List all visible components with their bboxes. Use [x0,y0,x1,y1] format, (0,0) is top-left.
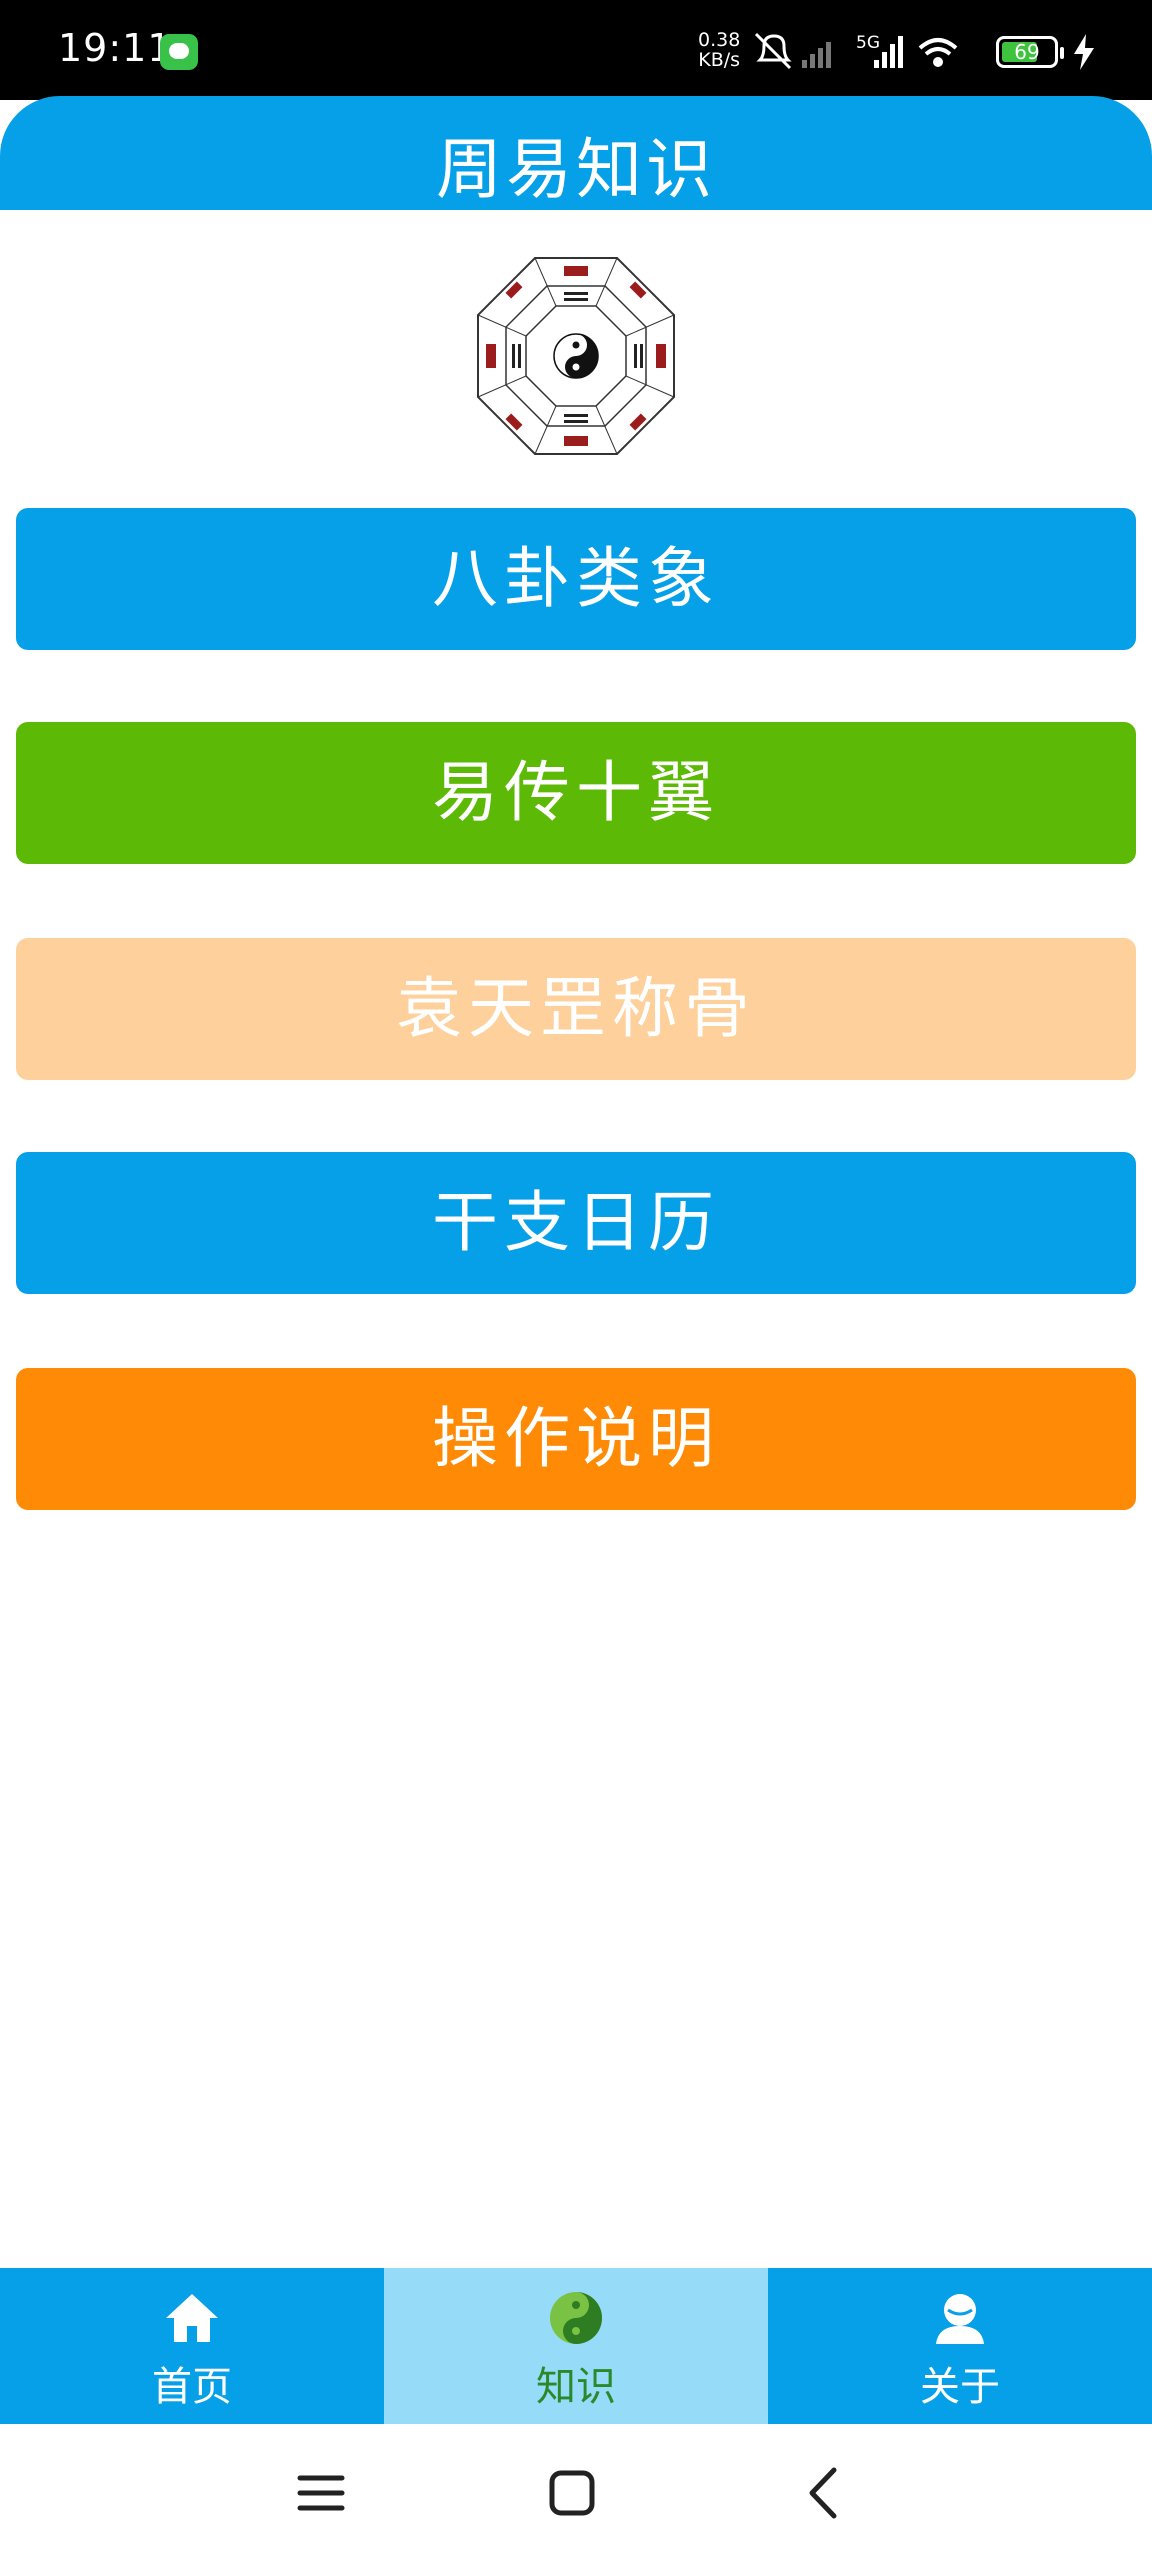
menu-button-yizhuan[interactable]: 易传十翼 [16,722,1136,864]
signal-weak-icon [802,42,831,68]
back-icon[interactable] [790,2458,860,2528]
status-icons: 5G [754,32,958,70]
menu-button-calendar[interactable]: 干支日历 [16,1152,1136,1294]
page-title: 周易知识 [436,131,716,208]
wifi-icon [918,38,958,67]
network-speed: 0.38 KB/s [698,30,740,70]
battery-level: 69 [1014,40,1040,64]
network-speed-value: 0.38 [698,29,741,51]
status-bar: 19:11 0.38 KB/s 5G 69 [0,0,1152,100]
tab-about[interactable]: 关于 [768,2268,1152,2424]
charging-icon [1074,34,1094,70]
home-square-icon[interactable] [537,2458,607,2528]
person-icon [936,2294,984,2344]
message-notification-icon [160,34,198,70]
battery-icon: 69 [996,36,1064,68]
home-icon [166,2294,218,2342]
tab-home-label: 首页 [152,2364,232,2410]
menu-button-bagua[interactable]: 八卦类象 [16,508,1136,650]
app-header: 周易知识 [0,96,1152,210]
menu-button-chenggu[interactable]: 袁天罡称骨 [16,938,1136,1080]
status-time: 19:11 [58,26,173,70]
network-type: 5G [856,33,880,53]
network-speed-unit: KB/s [698,49,741,71]
tab-knowledge-label: 知识 [536,2364,616,2410]
menu-icon[interactable] [286,2458,356,2528]
tab-about-label: 关于 [920,2364,1000,2410]
yin-yang-icon [550,2292,602,2344]
bell-muted-icon [754,32,792,70]
tab-home[interactable]: 首页 [0,2268,384,2424]
bottom-tab-bar: 首页 知识 关于 [0,2268,1152,2424]
tab-knowledge[interactable]: 知识 [384,2268,768,2424]
system-navigation-bar [0,2424,1152,2560]
menu-button-instructions[interactable]: 操作说明 [16,1368,1136,1510]
bagua-diagram-image [477,257,675,455]
